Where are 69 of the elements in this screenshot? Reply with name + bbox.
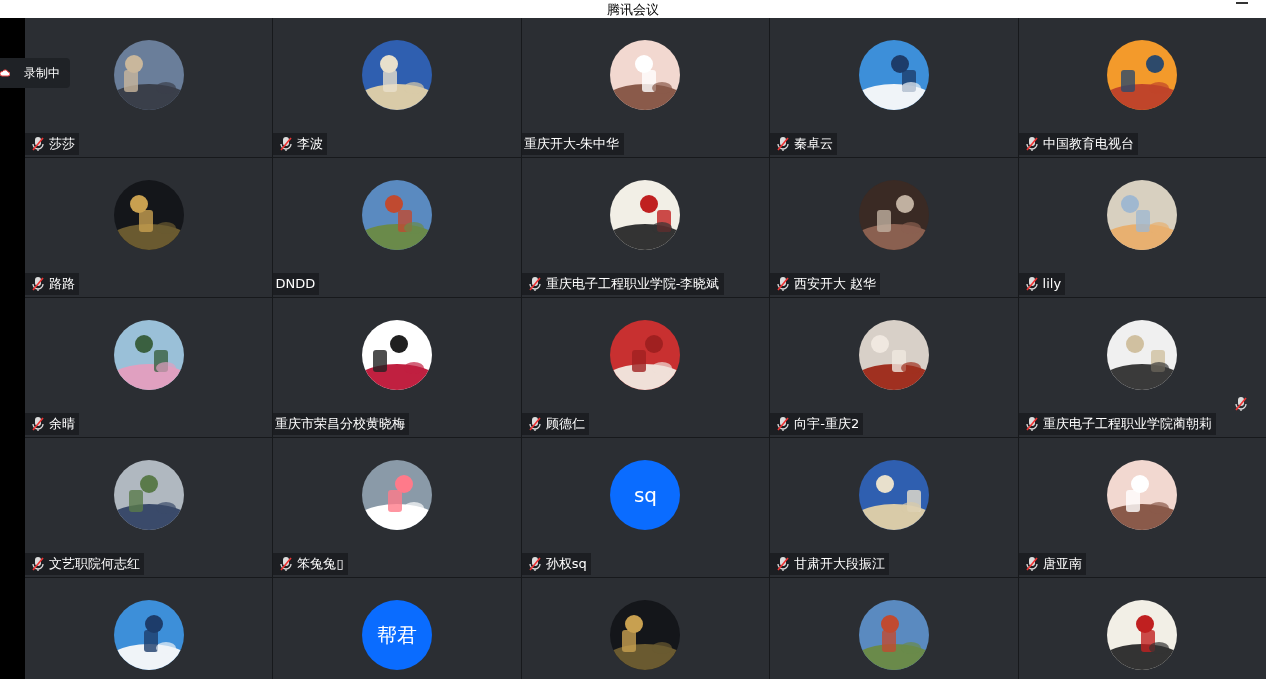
muted-mic-icon xyxy=(776,276,791,292)
participant-name: 重庆开大-朱中华 xyxy=(523,135,620,154)
video-tile[interactable]: 笨兔兔▯ xyxy=(273,438,521,577)
muted-mic-icon xyxy=(1024,416,1039,432)
muted-mic-icon xyxy=(527,416,542,432)
participant-name: 重庆电子工程职业学院-李晓斌 xyxy=(545,275,720,294)
video-tile[interactable]: 路路 xyxy=(25,158,273,297)
video-tile[interactable]: sq 孙权sq xyxy=(521,438,770,577)
video-tile[interactable]: 李波 xyxy=(273,18,521,157)
video-tile[interactable]: 秦卓云 xyxy=(770,18,1018,157)
participant-name: 路路 xyxy=(49,275,75,294)
muted-mic-icon xyxy=(527,556,542,572)
participant-name: 中国教育电视台 xyxy=(1042,135,1134,154)
video-tile[interactable]: 重庆电子工程职业学院蔺朝莉 xyxy=(1018,298,1266,437)
video-tile[interactable]: 帮君 xyxy=(273,578,521,679)
muted-mic-icon xyxy=(776,136,791,152)
recording-badge[interactable]: 录制中 xyxy=(0,58,70,88)
muted-mic-icon xyxy=(1024,136,1039,152)
participant-name: 唐亚南 xyxy=(1042,555,1082,574)
video-tile[interactable]: 顾德仁 xyxy=(521,298,770,437)
participant-name: 重庆电子工程职业学院蔺朝莉 xyxy=(1042,415,1212,434)
video-tile[interactable] xyxy=(1018,578,1266,679)
participant-name: 西安开大 赵华 xyxy=(794,275,877,294)
video-tile[interactable]: 重庆电子工程职业学院-李晓斌 xyxy=(521,158,770,297)
cloud-icon xyxy=(0,69,10,77)
participant-name: 笨兔兔▯ xyxy=(297,555,344,574)
avatar: 帮君 xyxy=(362,600,433,670)
muted-mic-icon xyxy=(776,416,791,432)
video-tile[interactable]: 余晴 xyxy=(25,298,273,437)
muted-mic-icon xyxy=(776,556,791,572)
muted-mic-icon xyxy=(31,276,45,292)
participant-name: 孙权sq xyxy=(545,555,587,574)
participant-name: lily xyxy=(1042,275,1062,294)
muted-mic-icon xyxy=(527,276,542,292)
participant-name: DNDD xyxy=(275,275,316,294)
video-tile[interactable] xyxy=(521,578,770,679)
avatar: sq xyxy=(610,460,681,530)
muted-mic-icon xyxy=(31,136,45,152)
participant-name: 甘肃开大段振江 xyxy=(794,555,886,574)
video-tile[interactable]: 重庆开大-朱中华 xyxy=(521,18,770,157)
muted-mic-icon xyxy=(279,556,294,572)
participant-name: 向宇-重庆2 xyxy=(794,415,860,434)
participant-name: 文艺职院何志红 xyxy=(49,555,140,574)
video-tile[interactable]: 重庆市荣昌分校黄晓梅 xyxy=(273,298,521,437)
muted-mic-icon xyxy=(31,416,45,432)
video-tile[interactable]: lily xyxy=(1018,158,1266,297)
video-tile[interactable]: 唐亚南 xyxy=(1018,438,1266,577)
participant-name: 秦卓云 xyxy=(794,135,834,154)
recording-label: 录制中 xyxy=(24,65,60,82)
muted-mic-icon xyxy=(1024,556,1039,572)
participant-name: 重庆市荣昌分校黄晓梅 xyxy=(275,415,406,434)
participant-name: 李波 xyxy=(297,135,324,154)
video-tile[interactable]: 甘肃开大段振江 xyxy=(770,438,1018,577)
muted-mic-icon xyxy=(31,556,45,572)
minimize-icon[interactable] xyxy=(1236,1,1248,5)
muted-mic-icon xyxy=(1024,276,1039,292)
participant-name: 莎莎 xyxy=(49,135,75,154)
video-tile[interactable] xyxy=(25,578,273,679)
video-tile[interactable]: DNDD xyxy=(273,158,521,297)
video-tile[interactable] xyxy=(770,578,1018,679)
video-tile[interactable]: 文艺职院何志红 xyxy=(25,438,273,577)
video-tile[interactable]: 西安开大 赵华 xyxy=(770,158,1018,297)
video-tile[interactable]: 向宇-重庆2 xyxy=(770,298,1018,437)
participant-name: 顾德仁 xyxy=(545,415,585,434)
muted-mic-icon[interactable] xyxy=(1234,396,1248,412)
video-tile[interactable]: 中国教育电视台 xyxy=(1018,18,1266,157)
muted-mic-icon xyxy=(279,136,294,152)
participant-name: 余晴 xyxy=(49,415,75,434)
window-title: 腾讯会议 xyxy=(607,3,659,16)
